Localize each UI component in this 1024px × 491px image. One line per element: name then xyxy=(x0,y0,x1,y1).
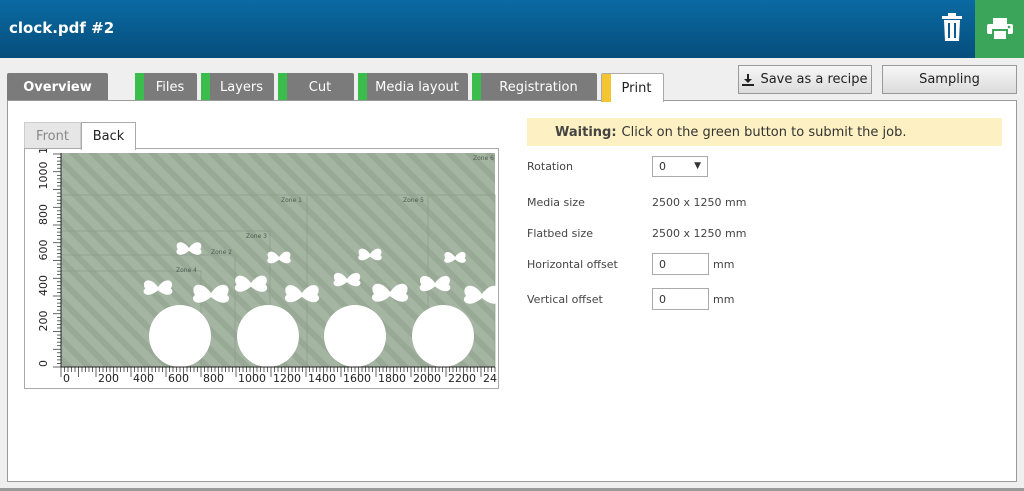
sampling-label: Sampling xyxy=(919,72,980,87)
tab-back[interactable]: Back xyxy=(81,122,136,150)
tab-label: Layers xyxy=(219,79,264,95)
media-preview: Zone 6 Zone 1 Zone 5 Zone 3 Zone 2 Zone … xyxy=(24,148,499,389)
vertical-offset-label: Vertical offset xyxy=(527,293,603,306)
save-recipe-label: Save as a recipe xyxy=(760,72,868,87)
y-tick-label: 600 xyxy=(37,240,50,261)
y-tick-label: 400 xyxy=(37,275,50,296)
tab-label: Cut xyxy=(308,79,332,95)
x-tick-label: 1000 xyxy=(238,372,266,385)
save-recipe-button[interactable]: Save as a recipe xyxy=(738,65,872,94)
flatbed-size-label: Flatbed size xyxy=(527,227,593,240)
tab-cut[interactable]: Cut xyxy=(278,73,354,101)
media-size-value: 2500 x 1250 mm xyxy=(652,196,747,209)
y-tick-label: 200 xyxy=(37,311,50,332)
tab-layers[interactable]: Layers xyxy=(201,73,274,101)
y-tick-label: 0 xyxy=(37,360,50,367)
x-tick-label: 1600 xyxy=(343,372,371,385)
x-tick-label: 200 xyxy=(98,372,119,385)
zone-label: Zone 5 xyxy=(403,197,424,204)
clock-shape xyxy=(237,305,299,367)
tab-files[interactable]: Files xyxy=(135,73,197,101)
tab-label: Registration xyxy=(499,79,578,95)
printer-icon xyxy=(986,18,1013,40)
status-marker xyxy=(358,73,367,101)
zone-label: Zone 1 xyxy=(281,197,302,204)
status-marker xyxy=(135,73,144,101)
tab-front[interactable]: Front xyxy=(24,122,81,149)
tab-overview[interactable]: Overview xyxy=(7,73,108,101)
status-banner: Waiting: Click on the green button to su… xyxy=(527,118,1002,146)
media-size-label: Media size xyxy=(527,196,585,209)
print-panel: Front Back Zone 6 Zone 1 Zone 5 Zone 3 Z… xyxy=(7,100,1017,482)
tab-registration[interactable]: Registration xyxy=(472,73,597,101)
status-message: Click on the green button to submit the … xyxy=(621,124,907,140)
status-marker xyxy=(472,73,481,101)
clock-shape xyxy=(412,305,474,367)
tab-print[interactable]: Print xyxy=(601,73,664,102)
status-marker xyxy=(278,73,287,101)
horizontal-offset-unit: mm xyxy=(713,258,735,271)
x-tick-label: 1400 xyxy=(308,372,336,385)
y-tick-label: 800 xyxy=(37,204,50,225)
app-header: clock.pdf #2 xyxy=(0,0,1024,58)
x-tick-label: 2200 xyxy=(448,372,476,385)
x-tick-label: 800 xyxy=(203,372,224,385)
tab-label: Overview xyxy=(23,79,92,95)
x-tick-label: 0 xyxy=(63,372,70,385)
rotation-label: Rotation xyxy=(527,160,574,173)
tab-label: Print xyxy=(621,80,652,96)
tab-label: Media layout xyxy=(375,79,459,95)
vertical-offset-unit: mm xyxy=(713,293,735,306)
x-tick-label: 400 xyxy=(133,372,154,385)
print-button[interactable] xyxy=(975,0,1024,58)
document-title: clock.pdf #2 xyxy=(9,19,115,37)
zone-label: Zone 2 xyxy=(211,249,232,256)
y-tick-label: 1200 xyxy=(37,149,50,154)
y-tick-label: 1000 xyxy=(37,162,50,190)
horizontal-offset-input[interactable] xyxy=(652,253,709,275)
clock-shape xyxy=(324,305,386,367)
chevron-down-icon: ▼ xyxy=(694,161,701,171)
sampling-button[interactable]: Sampling xyxy=(882,65,1017,94)
horizontal-offset-label: Horizontal offset xyxy=(527,258,618,271)
status-label: Waiting: xyxy=(555,124,617,140)
x-tick-label: 2000 xyxy=(413,372,441,385)
vertical-offset-input[interactable] xyxy=(652,288,709,310)
status-marker xyxy=(602,74,611,102)
zone-label: Zone 3 xyxy=(246,233,267,240)
preview-canvas: Zone 6 Zone 1 Zone 5 Zone 3 Zone 2 Zone … xyxy=(25,149,498,388)
x-tick-label: 24 xyxy=(483,372,497,385)
tab-label: Files xyxy=(155,79,185,95)
x-tick-label: 1800 xyxy=(378,372,406,385)
rotation-select[interactable]: 0 ▼ xyxy=(652,156,708,177)
status-marker xyxy=(201,73,210,101)
tab-media-layout[interactable]: Media layout xyxy=(358,73,468,101)
x-tick-label: 600 xyxy=(168,372,189,385)
x-tick-label: 1200 xyxy=(273,372,301,385)
zone-label: Zone 4 xyxy=(176,267,197,274)
trash-icon[interactable] xyxy=(940,12,964,42)
rotation-value: 0 xyxy=(659,160,666,173)
zone-label: Zone 6 xyxy=(473,155,494,162)
clock-shape xyxy=(149,305,211,367)
download-icon xyxy=(742,73,755,86)
flatbed-size-value: 2500 x 1250 mm xyxy=(652,227,747,240)
